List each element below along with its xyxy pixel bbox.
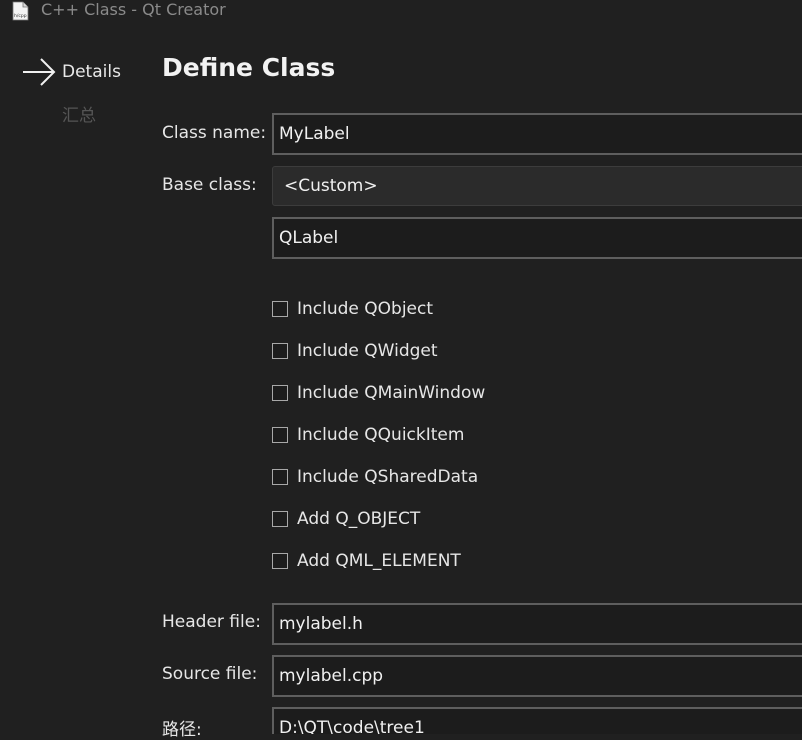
checkbox-label: Add QML_ELEMENT xyxy=(297,551,461,571)
current-step-arrow-icon xyxy=(23,58,56,86)
include-qwidget-checkbox[interactable]: Include QWidget xyxy=(272,339,438,363)
checkbox-box[interactable] xyxy=(272,301,288,317)
class-name-field[interactable]: MyLabel xyxy=(272,113,802,155)
title-bar: h/cpp C++ Class - Qt Creator xyxy=(0,0,802,24)
source-file-label: Source file: xyxy=(162,664,258,684)
checkbox-label: Include QMainWindow xyxy=(297,383,486,403)
checkbox-label: Include QQuickItem xyxy=(297,425,465,445)
checkbox-label: Include QObject xyxy=(297,299,434,319)
page-title: Define Class xyxy=(162,53,336,82)
wizard-step-details: Details xyxy=(62,62,121,82)
add-q-object-checkbox[interactable]: Add Q_OBJECT xyxy=(272,507,420,531)
checkbox-box[interactable] xyxy=(272,553,288,569)
svg-text:h/cpp: h/cpp xyxy=(14,13,27,19)
path-field[interactable]: D:\QT\code\tree1 xyxy=(272,707,802,734)
checkbox-label: Include QWidget xyxy=(297,341,438,361)
checkbox-box[interactable] xyxy=(272,427,288,443)
cpp-file-icon: h/cpp xyxy=(12,1,29,21)
checkbox-label: Add Q_OBJECT xyxy=(297,509,421,529)
checkbox-box[interactable] xyxy=(272,511,288,527)
custom-base-class-field[interactable]: QLabel xyxy=(272,217,802,259)
path-label: 路径: xyxy=(162,720,202,740)
header-file-field[interactable]: mylabel.h xyxy=(272,603,802,645)
base-class-label: Base class: xyxy=(162,175,257,195)
include-qobject-checkbox[interactable]: Include QObject xyxy=(272,297,433,321)
checkbox-box[interactable] xyxy=(272,343,288,359)
include-qmainwindow-checkbox[interactable]: Include QMainWindow xyxy=(272,381,485,405)
include-qquickitem-checkbox[interactable]: Include QQuickItem xyxy=(272,423,464,447)
window-title: C++ Class - Qt Creator xyxy=(41,0,226,19)
wizard-step-summary: 汇总 xyxy=(62,106,96,126)
base-class-combobox[interactable]: <Custom> xyxy=(272,166,802,206)
class-name-label: Class name: xyxy=(162,123,267,143)
checkbox-label: Include QSharedData xyxy=(297,467,479,487)
add-qml-element-checkbox[interactable]: Add QML_ELEMENT xyxy=(272,549,461,573)
include-qshareddata-checkbox[interactable]: Include QSharedData xyxy=(272,465,478,489)
checkbox-box[interactable] xyxy=(272,469,288,485)
header-file-label: Header file: xyxy=(162,612,261,632)
checkbox-box[interactable] xyxy=(272,385,288,401)
source-file-field[interactable]: mylabel.cpp xyxy=(272,655,802,697)
